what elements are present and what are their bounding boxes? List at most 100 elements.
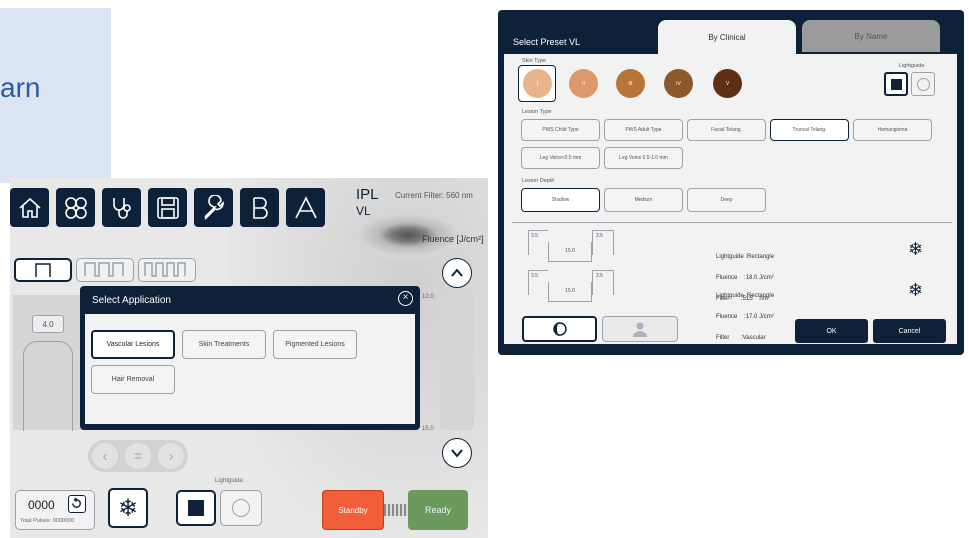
- lesion-hemangioma[interactable]: Hemangioma: [853, 119, 932, 141]
- home-icon[interactable]: [10, 188, 49, 227]
- preset-info-2: Lightguide :Rectangle Fluence :17.0 J/cm…: [716, 279, 774, 355]
- cancel-button[interactable]: Cancel: [873, 319, 946, 343]
- info-fluence-value: :17.0: [744, 314, 758, 320]
- lightguide-label: Lightguide:: [215, 478, 245, 484]
- slide-background-card: arn: [0, 8, 111, 183]
- ready-button[interactable]: Ready: [408, 490, 468, 530]
- current-filter-label: Current Filter: 560 nm: [395, 191, 473, 200]
- square-icon: [188, 500, 204, 516]
- patient-button[interactable]: [602, 316, 678, 342]
- circle-icon: [232, 499, 250, 517]
- lightguide-square-button[interactable]: [176, 490, 216, 526]
- reset-counter-button[interactable]: [68, 495, 86, 513]
- preset-pulse-diagram-2[interactable]: 3.5 15.0 3.5: [528, 270, 616, 306]
- lesion-truncal-telang[interactable]: Truncal Telang.: [770, 119, 849, 141]
- lightguide-square-option[interactable]: [884, 72, 908, 96]
- slide-partial-text: arn: [0, 72, 41, 103]
- circle-icon: [916, 77, 930, 91]
- preset-value: 3.5: [528, 230, 548, 255]
- total-pulses-label: Total Pulses: 0000000: [20, 518, 75, 524]
- triple-pulse-button[interactable]: [138, 258, 196, 282]
- depth-medium[interactable]: Medium: [604, 188, 683, 212]
- divider: [512, 222, 952, 223]
- app-option-vascular-lesions[interactable]: Vascular Lesions: [91, 330, 175, 359]
- brand-name: IPL: [356, 186, 379, 203]
- wrench-icon[interactable]: [194, 188, 233, 227]
- info-lightguide-value: :Rectangle: [745, 254, 775, 260]
- lesion-facial-telang[interactable]: Facial Telang.: [687, 119, 766, 141]
- equal-icon[interactable]: =: [125, 443, 151, 469]
- skin-type-label: Skin Type: [522, 58, 547, 64]
- a-letter-icon[interactable]: [286, 188, 325, 227]
- coil-indicator: [384, 504, 408, 516]
- chevron-down-icon[interactable]: [442, 438, 472, 468]
- info-fluence-label: Fluence: [716, 314, 738, 320]
- tab-by-name[interactable]: By Name: [802, 20, 940, 52]
- ipl-main-screen: IPL VL Current Filter: 560 nm Fluence [J…: [10, 178, 488, 538]
- app-option-skin-treatments[interactable]: Skin Treatments: [182, 330, 266, 359]
- lightguide-label: Lightguide: [899, 63, 925, 69]
- select-preset-screen: Select Preset VL By Clinical By Name Ski…: [498, 10, 964, 355]
- info-lightguide-label: Lightguide: [716, 254, 744, 260]
- preset-value: 3.5: [592, 270, 614, 295]
- parameter-value[interactable]: 4.0: [32, 315, 64, 333]
- preset-photo-button[interactable]: [522, 316, 597, 342]
- ok-button[interactable]: OK: [795, 319, 868, 343]
- skin-type-5[interactable]: V: [713, 69, 742, 98]
- skin-type-4[interactable]: IV: [664, 69, 693, 98]
- info-filter-label: Filter: [716, 335, 730, 341]
- snowflake-icon[interactable]: ❄: [108, 488, 148, 528]
- pulse-count: 0000: [28, 498, 55, 512]
- preset-pulse-diagram-1[interactable]: 3.5 15.0 3.5: [528, 230, 616, 266]
- info-filter-value: :Vascular: [741, 335, 766, 341]
- info-lightguide-value: :Rectangle: [745, 293, 775, 299]
- app-option-hair-removal[interactable]: Hair Removal: [91, 365, 175, 394]
- preset-value: 3.5: [592, 230, 614, 255]
- fluence-slider[interactable]: [440, 295, 474, 430]
- device-brand: IPL VL: [356, 186, 379, 220]
- snowflake-icon: ❄: [908, 280, 924, 300]
- b-letter-icon[interactable]: [240, 188, 279, 227]
- chevron-up-icon[interactable]: [442, 258, 472, 288]
- save-icon[interactable]: [148, 188, 187, 227]
- info-fluence-unit: J/cm²: [759, 314, 774, 320]
- lesion-depth-label: Lesion Depth: [522, 178, 555, 184]
- skin-type-2[interactable]: II: [569, 69, 598, 98]
- applications-icon[interactable]: [56, 188, 95, 227]
- tab-by-clinical[interactable]: By Clinical: [658, 20, 796, 54]
- skin-type-1[interactable]: I: [523, 69, 552, 98]
- preset-value: 15.0: [548, 282, 592, 302]
- brand-sub: VL: [356, 204, 371, 218]
- single-pulse-button[interactable]: [14, 258, 72, 282]
- dialog-title: Select Application: [92, 295, 171, 306]
- double-pulse-button[interactable]: [76, 258, 134, 282]
- depth-deep[interactable]: Deep: [687, 188, 766, 212]
- fluence-label: Fluence [J/cm²]: [422, 234, 484, 244]
- slider-tick-bottom: 15.0: [422, 426, 434, 432]
- stethoscope-icon[interactable]: [102, 188, 141, 227]
- lesion-leg-veins-small[interactable]: Leg Veins<0.5 mm: [521, 147, 600, 169]
- skin-type-3[interactable]: III: [616, 69, 645, 98]
- parameter-bracket: [23, 341, 73, 431]
- preset-body: Skin Type I II III IV V Lightguide Lesio…: [504, 54, 957, 344]
- depth-shallow[interactable]: Shallow: [521, 188, 600, 212]
- lightguide-circle-option[interactable]: [911, 72, 935, 96]
- preset-value: 15.0: [548, 242, 592, 262]
- close-icon[interactable]: ×: [398, 291, 413, 306]
- lesion-pws-child[interactable]: PWS Child Type: [521, 119, 600, 141]
- preset-title: Select Preset VL: [513, 37, 581, 47]
- slider-tick-top: 12.0: [422, 294, 434, 300]
- square-icon: [890, 78, 902, 90]
- lesion-pws-adult[interactable]: PWS Adult Type: [604, 119, 683, 141]
- chevron-left-icon[interactable]: ‹: [92, 443, 118, 469]
- chevron-right-icon[interactable]: ›: [158, 443, 184, 469]
- standby-button[interactable]: Standby: [322, 490, 384, 530]
- lightguide-circle-button[interactable]: [220, 490, 262, 526]
- dialog-body: Vascular Lesions Skin Treatments Pigment…: [85, 314, 415, 424]
- preset-value: 3.5: [528, 270, 548, 295]
- lesion-leg-veins-medium[interactable]: Leg Veins 0.5-1.0 mm: [604, 147, 683, 169]
- pulse-counter: 0000 Total Pulses: 0000000: [15, 490, 95, 530]
- app-option-pigmented-lesions[interactable]: Pigmented Lesions: [273, 330, 357, 359]
- select-application-dialog: Select Application × Vascular Lesions Sk…: [80, 286, 420, 430]
- info-lightguide-label: Lightguide: [716, 293, 744, 299]
